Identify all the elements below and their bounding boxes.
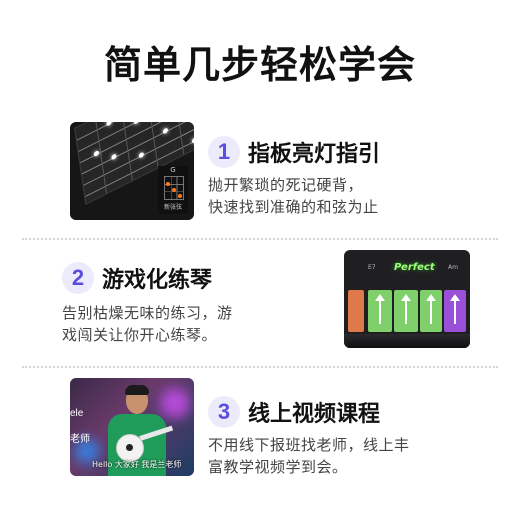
game-thumbnail: E7 Perfect Am: [344, 250, 470, 348]
video-thumbnail: ele 老师 Hello 大家好 我是兰老师: [70, 378, 194, 476]
arrow-up-icon: [426, 294, 436, 324]
step-1-desc-line2: 快速找到准确的和弦为止: [208, 198, 379, 216]
fretboard-thumbnail: G 新张弦: [70, 122, 194, 220]
game-feedback-text: Perfect: [394, 262, 435, 273]
step-3-desc-line1: 不用线下报班找老师，线上丰: [208, 436, 410, 454]
divider: [22, 238, 498, 240]
step-1-header: 1 指板亮灯指引: [208, 136, 380, 168]
note-block-green: [368, 290, 392, 332]
game-lane-right-label: Am: [448, 264, 458, 271]
arrow-up-icon: [375, 294, 385, 324]
chord-caption: 新张弦: [163, 204, 182, 211]
video-side-text-top: ele: [70, 408, 84, 419]
arrow-up-icon: [450, 294, 460, 324]
step-2-description: 告别枯燥无味的练习，游 戏闯关让你开心练琴。: [62, 302, 233, 346]
step-1-description: 抛开繁琐的死记硬背， 快速找到准确的和弦为止: [208, 174, 379, 218]
step-2-header: 2 游戏化练琴: [62, 262, 212, 294]
step-2-desc-line2: 戏闯关让你开心练琴。: [62, 326, 218, 344]
step-1-title: 指板亮灯指引: [248, 142, 381, 167]
step-2-badge: 2: [62, 262, 94, 294]
note-block-purple: [444, 290, 466, 332]
step-2-title: 游戏化练琴: [102, 268, 213, 293]
note-block-orange: [348, 290, 364, 332]
video-side-text-bottom: 老师: [70, 434, 90, 445]
ukulele-icon: [116, 434, 144, 462]
note-block-green: [394, 290, 418, 332]
step-3-desc-line2: 富教学视频学到会。: [208, 458, 348, 476]
step-1-badge: 1: [208, 136, 240, 168]
step-3-header: 3 线上视频课程: [208, 396, 380, 428]
chord-name: G: [170, 166, 176, 174]
step-2-desc-line1: 告别枯燥无味的练习，游: [62, 304, 233, 322]
step-1-desc-line1: 抛开繁琐的死记硬背，: [208, 176, 364, 194]
step-3-badge: 3: [208, 396, 240, 428]
note-block-green: [420, 290, 442, 332]
page-title: 简单几步轻松学会: [103, 43, 416, 87]
arrow-up-icon: [401, 294, 411, 324]
step-3-description: 不用线下报班找老师，线上丰 富教学视频学到会。: [208, 434, 410, 478]
game-lane-left-label: E7: [368, 264, 376, 271]
step-3-title: 线上视频课程: [248, 402, 381, 427]
divider: [22, 366, 498, 368]
video-caption: Hello 大家好 我是兰老师: [92, 460, 182, 469]
chord-diagram: G 新张弦: [158, 166, 188, 214]
